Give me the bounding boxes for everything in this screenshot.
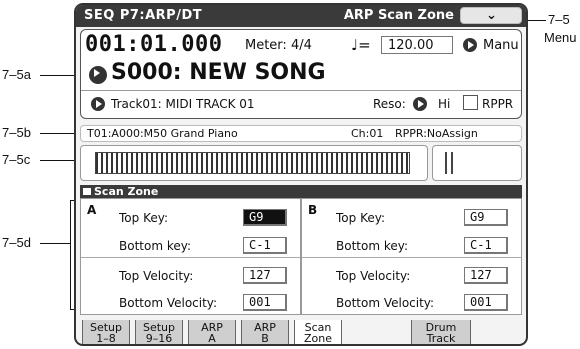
song-select-popup-button[interactable] <box>89 66 107 84</box>
arp-a-letter: A <box>87 203 97 217</box>
scan-zone-header: Scan Zone <box>80 185 522 198</box>
rppr-checkbox[interactable] <box>463 95 478 110</box>
a-top-key-field[interactable]: G9 <box>243 209 287 226</box>
tab-setup-1-8[interactable]: Setup 1–8 <box>82 320 130 344</box>
top-velocity-label: Top Velocity: <box>336 269 411 283</box>
tab-title: ARP Scan Zone <box>343 8 454 23</box>
tab-arp-a[interactable]: ARP A <box>188 320 236 344</box>
song-name[interactable]: S000: NEW SONG <box>111 60 326 85</box>
meter-readout[interactable]: Meter: 4/4 <box>245 38 312 53</box>
page-title: SEQ P7:ARP/DT <box>84 8 203 23</box>
keyboard-graphic <box>95 152 410 174</box>
callout-7-5d-bracket <box>70 200 71 310</box>
track-info-bar: T01:A000:M50 Grand Piano Ch:01 RPPR:NoAs… <box>80 125 522 142</box>
scan-zone-a-panel: A Top Key: G9 Bottom key: C-1 Top Veloci… <box>80 198 301 315</box>
bottom-key-label: Bottom key: <box>119 239 192 253</box>
chevron-down-icon: ⌄ <box>486 8 497 23</box>
panel-divider <box>81 257 300 258</box>
track-program: T01:A000:M50 Grand Piano <box>87 127 238 140</box>
track-select[interactable]: Track01: MIDI TRACK 01 <box>111 97 255 111</box>
reso-label: Reso: <box>373 97 406 111</box>
top-key-label: Top Key: <box>119 211 168 225</box>
tempo-mode-value: Manu <box>483 38 519 53</box>
lcd-screen: SEQ P7:ARP/DT ARP Scan Zone ⌄ 001:01.000… <box>74 3 528 346</box>
bottom-velocity-label: Bottom Velocity: <box>336 296 435 310</box>
page-tabs: Setup 1–8 Setup 9–16 ARP A ARP B Scan Zone Dr… <box>76 318 526 344</box>
b-bottom-key-field[interactable]: C-1 <box>464 237 508 254</box>
quarter-note-icon: ♩= <box>351 36 371 54</box>
tab-arp-b[interactable]: ARP B <box>241 320 289 344</box>
reso-popup-button[interactable] <box>413 97 427 111</box>
callout-menu-word: Menu <box>544 30 577 45</box>
tab-scan-zone[interactable]: Scan Zone <box>294 320 342 344</box>
velocity-bar-high <box>451 152 453 174</box>
callout-7-5a: 7–5a <box>2 67 31 82</box>
song-info-box: 001:01.000 Meter: 4/4 ♩= 120.00 Manu S00… <box>80 29 522 119</box>
b-top-velocity-field[interactable]: 127 <box>464 267 508 284</box>
callout-7-5d-leader <box>40 243 70 244</box>
rppr-checkbox-label: RPPR <box>482 97 514 111</box>
bottom-key-label: Bottom key: <box>336 239 409 253</box>
callout-menu-leader <box>528 20 546 21</box>
a-bottom-key-field[interactable]: C-1 <box>243 237 287 254</box>
tab-setup-9-16[interactable]: Setup 9–16 <box>135 320 183 344</box>
tempo-field[interactable]: 120.00 <box>381 36 453 54</box>
tempo-mode-popup-button[interactable] <box>463 38 477 52</box>
location-readout[interactable]: 001:01.000 <box>85 32 222 57</box>
top-velocity-label: Top Velocity: <box>119 269 194 283</box>
a-bottom-velocity-field[interactable]: 001 <box>243 294 287 311</box>
bottom-velocity-label: Bottom Velocity: <box>119 296 218 310</box>
callout-menu-number: 7–5 <box>548 12 570 27</box>
tab-drum-track[interactable]: Drum Track <box>411 320 471 344</box>
arp-b-letter: B <box>308 203 318 217</box>
velocity-bar-low <box>445 152 447 174</box>
reso-value: Hi <box>438 97 451 111</box>
top-key-label: Top Key: <box>336 211 385 225</box>
callout-7-5d: 7–5d <box>2 235 31 250</box>
track-rppr: RPPR:NoAssign <box>395 127 478 140</box>
a-top-velocity-field[interactable]: 127 <box>243 267 287 284</box>
page-menu-button[interactable]: ⌄ <box>460 7 522 24</box>
track-select-popup-button[interactable] <box>91 97 105 111</box>
b-bottom-velocity-field[interactable]: 001 <box>464 294 508 311</box>
track-channel: Ch:01 <box>351 127 384 140</box>
panel-divider <box>302 257 521 258</box>
velocity-zone-display <box>432 145 522 181</box>
keyboard-zone-display <box>80 145 428 181</box>
song-box-divider <box>81 90 521 91</box>
b-top-key-field[interactable]: G9 <box>464 209 508 226</box>
scan-zone-b-panel: B Top Key: G9 Bottom key: C-1 Top Veloci… <box>301 198 522 315</box>
title-bar: SEQ P7:ARP/DT ARP Scan Zone ⌄ <box>76 5 526 27</box>
callout-7-5b: 7–5b <box>2 125 31 140</box>
callout-7-5c: 7–5c <box>2 152 31 167</box>
